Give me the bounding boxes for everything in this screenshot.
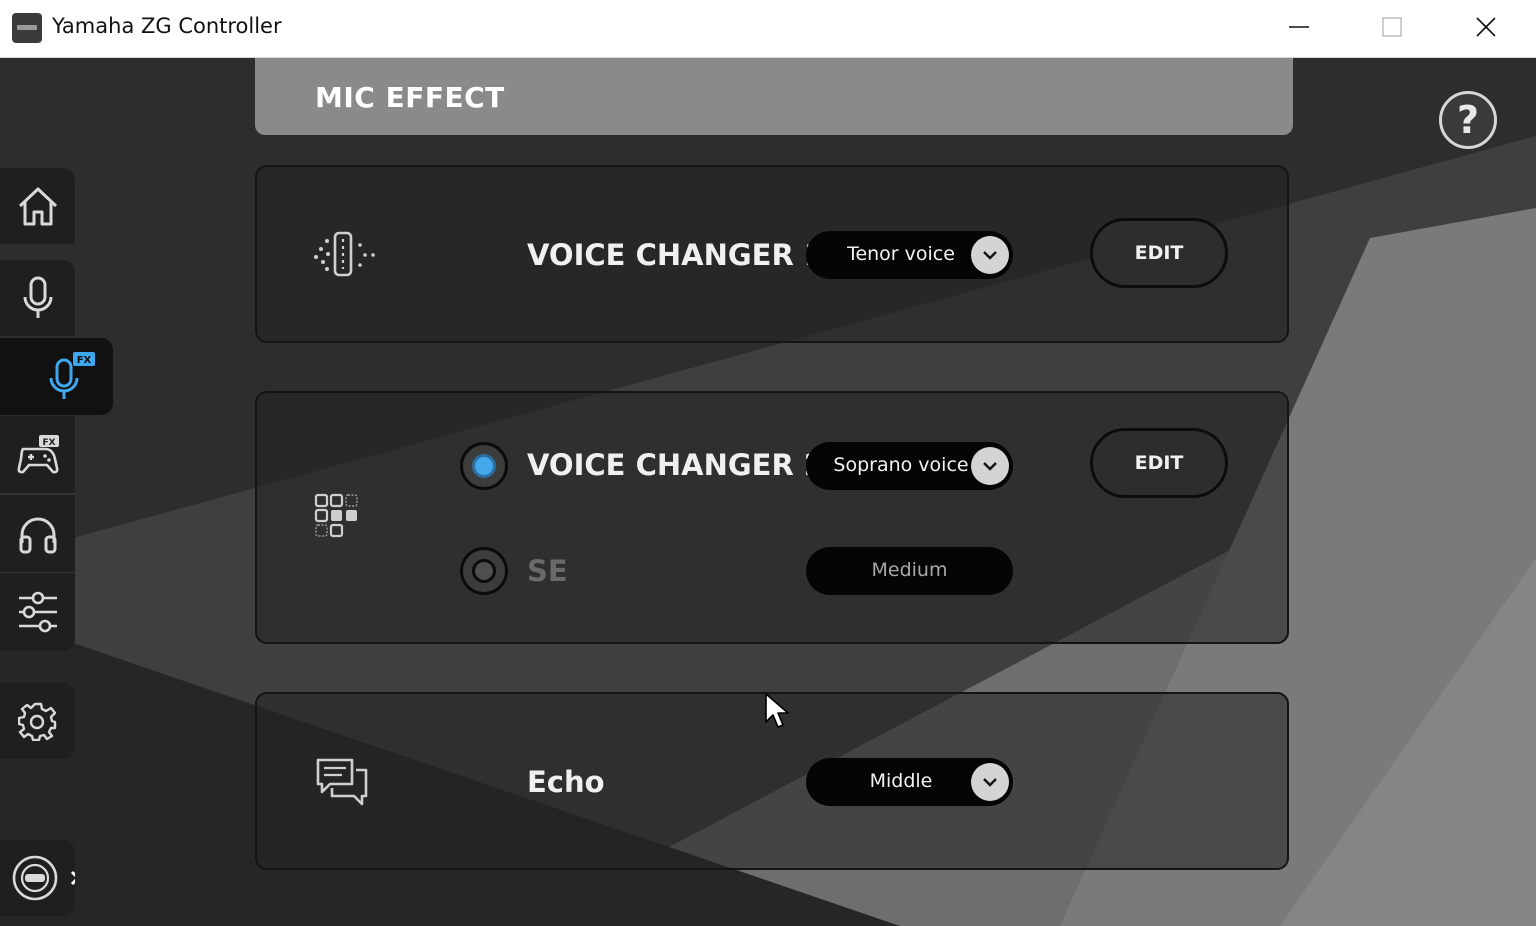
chevron-down-icon (971, 447, 1009, 485)
voice-changer-1-value: Tenor voice (847, 243, 955, 265)
voice-changer-1-dropdown[interactable]: Tenor voice (806, 231, 1013, 279)
nav-mic-effect-button[interactable]: FX (0, 338, 113, 415)
voice-changer-1-edit-button[interactable]: EDIT (1090, 218, 1228, 288)
voice-changer-icon (314, 231, 375, 277)
mouse-cursor-icon (765, 693, 789, 728)
window-title: Yamaha ZG Controller (52, 14, 282, 38)
chevron-down-icon (971, 236, 1009, 274)
gamepad-fx-icon: FX (17, 434, 59, 473)
nav-microphone-button[interactable] (0, 260, 75, 336)
se-value: Medium (871, 559, 948, 581)
voice-changer-2-dropdown[interactable]: Soprano voice (806, 442, 1013, 490)
voice-changer-2-radio[interactable] (460, 442, 508, 490)
gear-icon (17, 702, 56, 741)
voice-changer-2-label: VOICE CHANGER 2 (527, 448, 825, 482)
device-icon (12, 855, 75, 901)
grid-effect-icon (314, 493, 358, 538)
se-radio[interactable] (460, 547, 508, 595)
title-bar: Yamaha ZG Controller (0, 0, 1536, 58)
section-header: MIC EFFECT (255, 58, 1293, 135)
home-icon (18, 187, 57, 226)
app-logo-icon (12, 13, 42, 43)
voice-changer-2-edit-button[interactable]: EDIT (1090, 428, 1228, 498)
chat-bubbles-icon (316, 758, 368, 806)
echo-value: Middle (869, 770, 933, 792)
page-title: MIC EFFECT (315, 81, 505, 114)
nav-settings-button[interactable] (0, 683, 75, 759)
microphone-icon (23, 276, 52, 318)
echo-dropdown[interactable]: Middle (806, 758, 1013, 806)
close-button[interactable] (1440, 0, 1532, 56)
voice-changer-1-label: VOICE CHANGER 1 (527, 238, 825, 272)
se-label: SE (527, 554, 568, 588)
svg-text:FX: FX (42, 438, 55, 448)
voice-changer-2-card: VOICE CHANGER 2 Soprano voice EDIT SE Me… (255, 391, 1289, 644)
mixer-sliders-icon (18, 591, 57, 633)
help-button[interactable]: ? (1439, 91, 1497, 149)
nav-mixer-button[interactable] (0, 572, 75, 651)
voice-changer-2-value: Soprano voice (833, 454, 969, 476)
microphone-fx-icon: FX (49, 351, 95, 399)
nav-headphones-button[interactable] (0, 494, 75, 572)
fx-badge: FX (76, 355, 91, 366)
maximize-button[interactable] (1346, 0, 1438, 56)
main-area: FX FX MIC EFFECT ? VOICE CHANGER 1 Tenor… (0, 58, 1536, 926)
headphones-icon (19, 517, 56, 553)
nav-home-button[interactable] (0, 168, 75, 244)
se-dropdown[interactable]: Medium (806, 547, 1013, 595)
echo-label: Echo (527, 765, 605, 799)
chevron-down-icon (971, 763, 1009, 801)
minimize-button[interactable] (1253, 0, 1345, 56)
nav-game-effect-button[interactable]: FX (0, 416, 75, 493)
voice-changer-1-card: VOICE CHANGER 1 Tenor voice EDIT (255, 165, 1289, 343)
nav-device-button[interactable] (0, 840, 75, 916)
